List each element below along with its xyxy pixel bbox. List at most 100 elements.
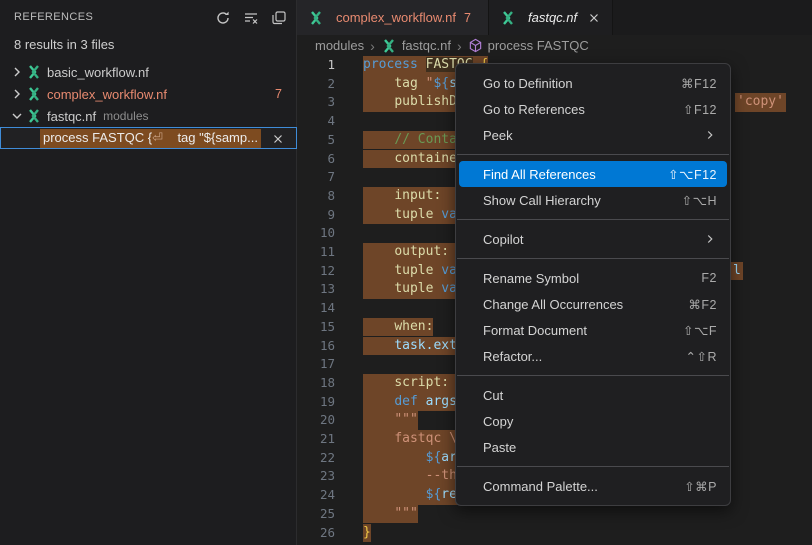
chevron-down-icon[interactable]: [9, 108, 25, 124]
menu-item-shortcut: ⇧⌥F12: [668, 167, 717, 182]
breadcrumb-item-fastqc-nf[interactable]: fastqc.nf: [381, 38, 451, 54]
code-token: """: [394, 412, 417, 427]
submenu-arrow-icon: [703, 128, 717, 142]
menu-item-paste[interactable]: Paste: [456, 434, 730, 460]
menu-item-label: Peek: [483, 128, 513, 143]
refresh-icon: [215, 10, 231, 26]
file-name: fastqc.nf: [47, 109, 96, 124]
breadcrumb-item-process-fastqc[interactable]: process FASTQC: [468, 38, 589, 53]
line-number: 6: [297, 150, 335, 169]
code-text: }: [363, 524, 371, 543]
code-token: [363, 281, 394, 296]
breadcrumb-separator-icon: ›: [370, 38, 375, 54]
code-line[interactable]: 26}: [297, 524, 812, 543]
code-token: [363, 263, 394, 278]
references-sidebar: REFERENCES 8 results in 3 files basic_wo…: [0, 0, 297, 545]
code-token: [363, 244, 394, 259]
line-number: 13: [297, 280, 335, 299]
sidebar-item-fastqc-nf[interactable]: fastqc.nf modules: [0, 105, 297, 127]
chevron-right-icon[interactable]: [9, 64, 25, 80]
clear-all-icon-button[interactable]: [240, 7, 262, 29]
menu-item-copilot[interactable]: Copilot: [456, 226, 730, 252]
menu-item-find-all-references[interactable]: Find All References ⇧⌥F12: [459, 161, 727, 187]
code-token: [363, 450, 426, 465]
refresh-icon-button[interactable]: [212, 7, 234, 29]
code-text: """: [363, 411, 418, 430]
code-token: [363, 188, 394, 203]
code-fragment: l: [731, 262, 743, 281]
line-number: 19: [297, 393, 335, 412]
nextflow-icon: [500, 10, 516, 26]
menu-item-label: Command Palette...: [483, 479, 598, 494]
menu-item-command-palette[interactable]: Command Palette... ⇧⌘P: [456, 473, 730, 499]
breadcrumb: modules › fastqc.nf › process FASTQC: [297, 35, 812, 56]
code-token: [363, 207, 394, 222]
tab-close-icon[interactable]: [587, 11, 601, 25]
file-name: complex_workflow.nf: [47, 87, 167, 102]
clear-all-icon: [243, 10, 259, 26]
code-token: tuple: [394, 263, 441, 278]
menu-item-show-call-hierarchy[interactable]: Show Call Hierarchy⇧⌥H: [456, 187, 730, 213]
code-token: fastqc \: [394, 431, 457, 446]
menu-item-format-document[interactable]: Format Document⇧⌥F: [456, 317, 730, 343]
menu-item-shortcut: ⇧⌘P: [684, 479, 717, 494]
menu-item-copy[interactable]: Copy: [456, 408, 730, 434]
code-token: """: [394, 506, 417, 521]
code-token: process: [363, 57, 426, 72]
code-token: tag: [394, 76, 425, 91]
line-number: 25: [297, 505, 335, 524]
menu-item-cut[interactable]: Cut: [456, 382, 730, 408]
reference-result-item[interactable]: process FASTQC {⏎ tag "${samp...: [0, 127, 297, 149]
line-number: 17: [297, 355, 335, 374]
menu-item-refactor[interactable]: Refactor...⌃⇧R: [456, 343, 730, 369]
code-line[interactable]: 25 """: [297, 505, 812, 524]
menu-item-label: Rename Symbol: [483, 271, 579, 286]
code-token: [363, 132, 394, 147]
menu-item-go-to-references[interactable]: Go to References⇧F12: [456, 96, 730, 122]
menu-item-shortcut: ⇧F12: [683, 102, 717, 117]
editor-tab-bar: complex_workflow.nf7fastqc.nf: [297, 0, 812, 35]
menu-item-label: Find All References: [483, 167, 596, 182]
sidebar-item-basic-workflow-nf[interactable]: basic_workflow.nf: [0, 61, 297, 83]
line-number: 18: [297, 374, 335, 393]
code-text: fastqc \: [363, 430, 465, 449]
code-token: // Conta: [394, 132, 457, 147]
menu-item-rename-symbol[interactable]: Rename Symbol F2: [456, 265, 730, 291]
menu-item-shortcut: F2: [701, 271, 717, 285]
copy-icon-button[interactable]: [268, 7, 290, 29]
line-number: 12: [297, 262, 335, 281]
menu-item-change-all-occurrences[interactable]: Change All Occurrences ⌘F2: [456, 291, 730, 317]
submenu-arrow-icon: [703, 232, 717, 246]
chevron-right-icon[interactable]: [9, 86, 25, 102]
code-token: args: [426, 394, 457, 409]
line-number: 14: [297, 299, 335, 318]
sidebar-item-complex-workflow-nf[interactable]: complex_workflow.nf7: [0, 83, 297, 105]
menu-item-label: Cut: [483, 388, 503, 403]
code-token: [363, 338, 394, 353]
menu-item-label: Change All Occurrences: [483, 297, 623, 312]
dismiss-result-icon[interactable]: [271, 132, 285, 151]
breadcrumb-separator-icon: ›: [457, 38, 462, 54]
panel-toolbar: [212, 7, 290, 29]
menu-item-label: Go to Definition: [483, 76, 573, 91]
menu-item-shortcut: ⌘F2: [688, 297, 717, 312]
menu-item-shortcut: ⌘F12: [681, 76, 717, 91]
vscode-window: REFERENCES 8 results in 3 files basic_wo…: [0, 0, 812, 545]
code-token: when:: [394, 319, 433, 334]
code-token: [363, 151, 394, 166]
breadcrumb-label: process FASTQC: [488, 38, 589, 53]
line-number: 20: [297, 411, 335, 430]
nextflow-icon: [26, 86, 42, 102]
file-folder-description: modules: [103, 109, 148, 123]
menu-item-go-to-definition[interactable]: Go to Definition ⌘F12: [456, 70, 730, 96]
tab-complex-workflow-nf[interactable]: complex_workflow.nf7: [297, 0, 489, 35]
code-token: [363, 468, 426, 483]
code-token: [363, 394, 394, 409]
tab-fastqc-nf[interactable]: fastqc.nf: [489, 0, 613, 35]
code-token: def: [394, 394, 425, 409]
menu-item-shortcut: ⌃⇧R: [686, 349, 717, 364]
breadcrumb-item-modules[interactable]: modules: [315, 38, 364, 53]
menu-separator: [457, 466, 729, 467]
menu-item-peek[interactable]: Peek: [456, 122, 730, 148]
nextflow-icon: [26, 108, 42, 124]
